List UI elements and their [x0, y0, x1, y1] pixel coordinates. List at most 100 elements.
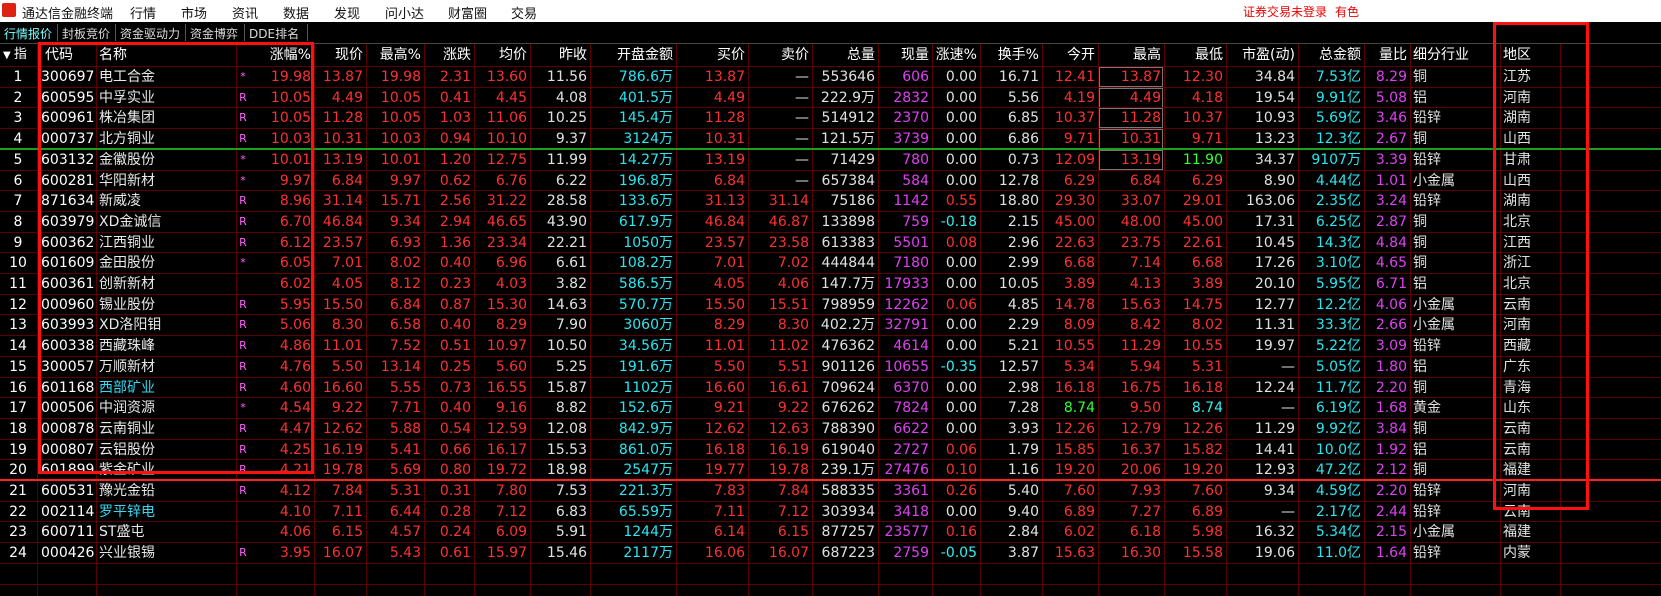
total-amount: 4.44亿	[1315, 172, 1361, 189]
color-mode[interactable]: 有色	[1335, 3, 1359, 20]
table-row[interactable]: 12 000960 锡业股份 R 5.95 15.50 6.84 0.87 15.30 14.63…	[0, 294, 1661, 316]
header-turnover[interactable]: 换手%	[980, 44, 1042, 66]
stock-name[interactable]: XD洛阳钼	[96, 314, 236, 336]
change: 0.31	[439, 483, 471, 499]
table-row[interactable]: 13 603993 XD洛阳钼 R 5.06 8.30 6.58 0.40 8.29 7.90 30…	[0, 314, 1661, 336]
stock-name[interactable]: 万顺新材	[96, 356, 236, 378]
table-row[interactable]: 21 600531 豫光金铅 R 4.12 7.84 5.31 0.31 7.80 7.53 221…	[0, 480, 1661, 502]
table-row[interactable]: 6 600281 华阳新材 * 9.97 6.84 9.97 0.62 6.76 6.22 196.…	[0, 170, 1661, 192]
table-row[interactable]: 9 600362 江西铜业 R 6.12 23.57 6.93 1.36 23.34 22.21 1…	[0, 232, 1661, 254]
table-row[interactable]: 15 300057 万顺新材 R 4.76 5.50 13.14 0.25 5.60 5.25 19…	[0, 356, 1661, 378]
change: 1.36	[439, 234, 471, 251]
stock-name[interactable]: 豫光金铅	[96, 480, 236, 502]
high-pct: 9.97	[389, 172, 421, 189]
header-avg-price[interactable]: 均价	[474, 44, 530, 66]
stock-flag: R	[239, 111, 247, 125]
header-corner[interactable]: ▼ 指	[0, 44, 36, 66]
stock-name[interactable]: 华阳新材	[96, 170, 236, 192]
stock-name[interactable]: 罗平锌电	[96, 501, 236, 523]
header-high[interactable]: 最高	[1098, 44, 1164, 66]
tab-capital-drive[interactable]: 资金驱动力	[120, 25, 180, 42]
table-row[interactable]: 16 601168 西部矿业 R 4.60 16.60 5.55 0.73 16.55 15.87…	[0, 377, 1661, 399]
stock-name[interactable]: 云铝股份	[96, 439, 236, 461]
table-row[interactable]: 19 000807 云铝股份 R 4.25 16.19 5.41 0.66 16.17 15.53…	[0, 439, 1661, 461]
stock-name[interactable]: 兴业银锡	[96, 542, 236, 564]
table-row[interactable]: 2 600595 中孚实业 R 10.05 4.49 10.05 0.41 4.45 4.08 40…	[0, 87, 1661, 109]
stock-name[interactable]: 中孚实业	[96, 87, 236, 109]
region: 山西	[1503, 172, 1531, 189]
menu-market[interactable]: 市场	[181, 3, 207, 22]
table-row[interactable]: 11 600361 创新新材 6.02 4.05 8.12 0.23 4.03 3.82 586.…	[0, 273, 1661, 295]
header-volume-ratio[interactable]: 量比	[1364, 44, 1410, 66]
header-open[interactable]: 今开	[1042, 44, 1098, 66]
table-row[interactable]: 3 600961 株冶集团 R 10.05 11.28 10.05 1.03 11.06 10.2…	[0, 107, 1661, 129]
table-row[interactable]: 17 000506 中润资源 * 4.54 9.22 7.71 0.40 9.16 8.82 152…	[0, 397, 1661, 419]
tab-dde-rank[interactable]: DDE排名	[249, 25, 299, 42]
table-row[interactable]: 8 603979 XD金诚信 R 6.70 46.84 9.34 2.94 46.65 43.90…	[0, 211, 1661, 233]
open: 5.34	[1063, 358, 1095, 375]
table-row[interactable]: 4 000737 北方铜业 R 10.03 10.31 10.03 0.94 10.10 9.37…	[0, 128, 1661, 150]
table-row[interactable]: 24 000426 兴业银锡 R 3.95 16.07 5.43 0.61 15.97 15.46…	[0, 542, 1661, 564]
table-row[interactable]: 7 871634 新威凌 R 8.96 31.14 15.71 2.56 31.22 28.58 1…	[0, 190, 1661, 212]
tab-quotes[interactable]: 行情报价	[4, 25, 52, 42]
header-region[interactable]: 地区	[1500, 44, 1560, 66]
menu-data[interactable]: 数据	[283, 3, 309, 22]
tab-limit-auction[interactable]: 封板竞价	[62, 25, 110, 42]
header-price[interactable]: 现价	[314, 44, 366, 66]
table-row[interactable]: 14 600338 西藏珠峰 R 4.86 11.01 7.52 0.51 10.97 10.50…	[0, 335, 1661, 357]
low: 4.18	[1191, 89, 1223, 106]
stock-name[interactable]: 云南铜业	[96, 418, 236, 440]
header-ask[interactable]: 卖价	[748, 44, 812, 66]
stock-name[interactable]: 锡业股份	[96, 294, 236, 316]
stock-name[interactable]: ST盛屯	[96, 521, 236, 543]
header-code[interactable]: 代码	[42, 44, 100, 66]
stock-name[interactable]: 中润资源	[96, 397, 236, 419]
menu-trade[interactable]: 交易	[511, 3, 537, 22]
header-speed[interactable]: 涨速%	[932, 44, 980, 66]
header-prev-close[interactable]: 昨收	[530, 44, 590, 66]
menu-discover[interactable]: 发现	[334, 3, 360, 22]
header-low[interactable]: 最低	[1164, 44, 1226, 66]
stock-name[interactable]: 金徽股份	[96, 149, 236, 171]
table-row[interactable]: 22 002114 罗平锌电 4.10 7.11 6.44 0.28 7.12 6.83 65.5…	[0, 501, 1661, 523]
stock-name[interactable]: 西藏珠峰	[96, 335, 236, 357]
header-bid[interactable]: 买价	[676, 44, 748, 66]
table-row[interactable]: 5 603132 金徽股份 * 10.01 13.19 10.01 1.20 12.75 11.9…	[0, 149, 1661, 171]
stock-name[interactable]: 创新新材	[96, 273, 236, 295]
table-row[interactable]: 20 601899 紫金矿业 R 4.21 19.78 5.69 0.80 19.72 18.98…	[0, 459, 1661, 481]
menu-news[interactable]: 资讯	[232, 3, 258, 22]
stock-name[interactable]: 西部矿业	[96, 377, 236, 399]
stock-flag	[236, 501, 250, 523]
stock-name[interactable]: 金田股份	[96, 252, 236, 274]
stock-name[interactable]: 北方铜业	[96, 128, 236, 150]
stock-name[interactable]: 紫金矿业	[96, 459, 236, 481]
table-row[interactable]: 23 600711 ST盛屯 4.06 6.15 4.57 0.24 6.09 5.91 1244…	[0, 521, 1661, 543]
stock-name[interactable]: 电工合金	[96, 66, 236, 88]
menu-ask[interactable]: 问小达	[385, 3, 424, 22]
header-current-volume[interactable]: 现量	[878, 44, 932, 66]
header-change[interactable]: 涨跌	[424, 44, 474, 66]
stock-name[interactable]: XD金诚信	[96, 211, 236, 233]
table-row[interactable]: 10 601609 金田股份 * 6.05 7.01 8.02 0.40 6.96 6.61 108…	[0, 252, 1661, 274]
header-industry[interactable]: 细分行业	[1410, 44, 1500, 66]
login-status[interactable]: 证券交易未登录	[1243, 3, 1327, 20]
stock-name[interactable]: 江西铜业	[96, 232, 236, 254]
header-change-pct[interactable]: 涨幅%	[236, 44, 314, 66]
header-open-amount[interactable]: 开盘金额	[590, 44, 676, 66]
header-total-volume[interactable]: 总量	[812, 44, 878, 66]
tab-capital-game[interactable]: 资金博弈	[190, 25, 238, 42]
stock-name[interactable]: 株冶集团	[96, 107, 236, 129]
ask: 7.84	[777, 483, 809, 499]
table-row[interactable]: 1 300697 电工合金 * 19.98 13.87 19.98 2.31 13.60 11.5…	[0, 66, 1661, 88]
volume-ratio: 1.80	[1375, 358, 1407, 375]
header-name[interactable]: 名称	[96, 44, 236, 66]
table-row[interactable]: 18 000878 云南铜业 R 4.47 12.62 5.88 0.54 12.59 12.08…	[0, 418, 1661, 440]
header-total-amount[interactable]: 总金额	[1298, 44, 1364, 66]
header-high-pct[interactable]: 最高%	[366, 44, 424, 66]
header-pe[interactable]: 市盈(动)	[1226, 44, 1298, 66]
price: 12.62	[322, 420, 363, 437]
stock-name[interactable]: 新威凌	[96, 190, 236, 212]
menu-quotes[interactable]: 行情	[130, 3, 156, 22]
prev-close: 28.58	[546, 193, 587, 210]
menu-wealth[interactable]: 财富圈	[448, 3, 487, 22]
